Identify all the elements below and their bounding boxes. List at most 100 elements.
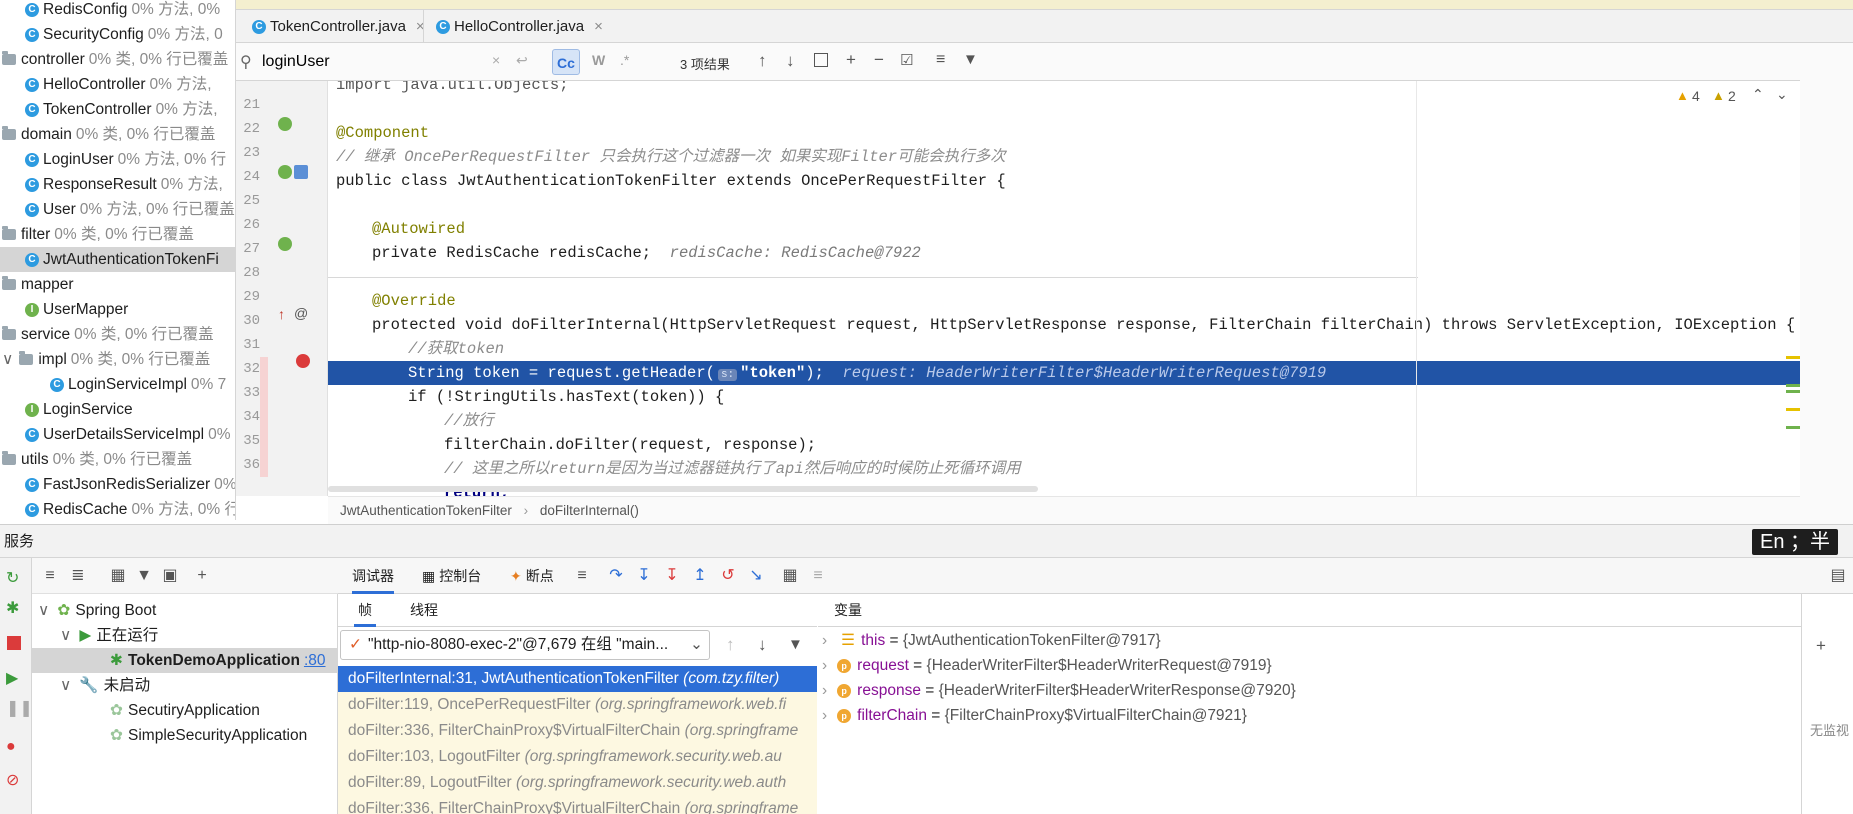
variable-row[interactable]: › p filterChain = {FilterChainProxy$Virtua… — [818, 703, 1247, 728]
weak-warning-count[interactable]: 2 — [1728, 88, 1736, 104]
stop-icon[interactable] — [7, 636, 21, 650]
tab-frames[interactable]: 帧 — [354, 594, 376, 627]
chevron-down-icon[interactable]: ∨ — [60, 677, 71, 694]
arrow-down-icon[interactable]: ↓ — [758, 635, 767, 655]
tree-item[interactable]: C LoginUser 0% 方法, 0% 行 — [25, 147, 226, 172]
frame-row[interactable]: doFilter:89, LogoutFilter (org.springfra… — [338, 770, 817, 796]
tree-item[interactable]: C User 0% 方法, 0% 行已覆盖 — [25, 197, 235, 222]
search-input[interactable] — [262, 50, 472, 74]
tab-hello-controller[interactable]: C HelloController.java × — [423, 10, 615, 43]
chevron-right-icon[interactable]: › — [822, 657, 827, 674]
force-step-into-icon[interactable]: ↧ — [662, 566, 682, 586]
chevron-right-icon[interactable]: › — [822, 707, 827, 724]
warning-count[interactable]: 4 — [1692, 88, 1700, 104]
drop-frame-icon[interactable]: ↺ — [718, 566, 738, 586]
collapse-all-icon[interactable]: ≣ — [68, 566, 88, 586]
tree-item[interactable]: C LoginServiceImpl 0% 7 — [50, 372, 226, 397]
filter-icon[interactable]: ▼ — [963, 51, 978, 68]
port-link[interactable]: :80 — [304, 652, 326, 669]
chevron-right-icon[interactable]: › — [822, 682, 827, 699]
run-to-cursor-icon[interactable]: ↘ — [746, 566, 766, 586]
variable-row[interactable]: › ☰ this = {JwtAuthenticationTokenFilter@7… — [818, 628, 1161, 653]
filter-icon[interactable]: ▼ — [134, 566, 154, 586]
tree-item[interactable]: C RedisConfig 0% 方法, 0% — [25, 0, 220, 22]
autowired-icon[interactable] — [278, 237, 292, 251]
tree-node-running[interactable]: ∨ ▶ 正在运行 — [60, 623, 158, 648]
tree-item[interactable]: I UserMapper — [25, 297, 128, 322]
frame-row[interactable]: doFilter:336, FilterChainProxy$VirtualFi… — [338, 718, 817, 744]
at-icon[interactable]: @ — [294, 305, 308, 321]
implementation-icon[interactable] — [294, 165, 308, 179]
trace-stream-icon[interactable]: ≡ — [808, 566, 828, 586]
tree-item[interactable]: C UserDetailsServiceImpl 0% — [25, 422, 230, 447]
close-icon[interactable]: × — [594, 18, 603, 35]
mute-breakpoints-icon[interactable]: ⊘ — [6, 770, 19, 790]
tab-breakpoints[interactable]: ✦ 断点 — [510, 558, 554, 594]
rerun-icon[interactable]: ↻ — [6, 568, 19, 588]
code-editor[interactable]: import java.util.Objects; @Component // … — [328, 81, 1800, 496]
chevron-down-icon[interactable]: ∨ — [38, 602, 49, 619]
filter-icon[interactable]: ▼ — [788, 636, 803, 653]
thread-selector[interactable]: ✓ "http-nio-8080-exec-2"@7,679 在组 "main..… — [340, 630, 710, 660]
filter-options-icon[interactable]: ≡ — [936, 51, 945, 69]
tab-threads[interactable]: 线程 — [410, 594, 438, 627]
tree-item-selected[interactable]: C JwtAuthenticationTokenFi — [0, 247, 235, 272]
remove-occurrence-icon[interactable]: − — [874, 50, 884, 70]
tree-item[interactable]: C SecurityConfig 0% 方法, 0 — [25, 22, 223, 47]
match-case-toggle[interactable]: Cc — [552, 49, 580, 75]
tree-folder[interactable]: ∨ impl 0% 类, 0% 行已覆盖 — [2, 347, 210, 372]
frame-row[interactable]: doFilter:103, LogoutFilter (org.springfr… — [338, 744, 817, 770]
view-breakpoints-icon[interactable]: ● — [6, 738, 16, 756]
weak-warning-icon[interactable]: ▲ — [1712, 88, 1725, 103]
tree-item[interactable]: C HelloController 0% 方法, — [25, 72, 212, 97]
tree-folder[interactable]: domain 0% 类, 0% 行已覆盖 — [2, 122, 215, 147]
clear-search-icon[interactable]: × — [492, 52, 500, 68]
tree-item[interactable]: C TokenController 0% 方法, — [25, 97, 218, 122]
breakpoint-icon[interactable] — [296, 354, 310, 368]
chevron-down-icon[interactable]: ⌄ — [1776, 86, 1788, 103]
tab-console[interactable]: ▦ 控制台 — [422, 558, 481, 594]
frame-row[interactable]: doFilter:336, FilterChainProxy$VirtualFi… — [338, 796, 817, 814]
add-service-icon[interactable]: + — [192, 566, 212, 586]
layout-icon[interactable]: ≡ — [572, 566, 592, 586]
frame-row[interactable]: doFilterInternal:31, JwtAuthenticationTo… — [338, 666, 817, 692]
tree-item[interactable]: C RedisCache 0% 方法, 0% 行 — [25, 497, 235, 520]
breadcrumb-class[interactable]: JwtAuthenticationTokenFilter — [340, 503, 512, 518]
whole-word-toggle[interactable]: W — [592, 52, 605, 68]
select-all-icon[interactable]: ☑ — [900, 51, 913, 69]
bean-icon[interactable] — [278, 165, 292, 179]
tree-folder[interactable]: mapper — [2, 272, 74, 297]
add-occurrence-icon[interactable]: + — [846, 50, 856, 70]
regex-toggle[interactable]: .* — [620, 52, 629, 68]
step-out-icon[interactable]: ↥ — [690, 566, 710, 586]
arrow-down-icon[interactable]: ↓ — [786, 51, 795, 71]
evaluate-expression-icon[interactable]: ▦ — [780, 566, 800, 586]
tab-debugger[interactable]: 调试器 — [352, 558, 394, 594]
warning-icon[interactable]: ▲ — [1676, 88, 1689, 103]
tree-item[interactable]: C FastJsonRedisSerializer 0% — [25, 472, 235, 497]
tab-token-controller[interactable]: C TokenController.java × — [240, 10, 437, 43]
arrow-up-icon[interactable]: ↑ — [726, 635, 735, 655]
tree-folder[interactable]: service 0% 类, 0% 行已覆盖 — [2, 322, 214, 347]
frame-row[interactable]: doFilter:119, OncePerRequestFilter (org.… — [338, 692, 817, 718]
chevron-right-icon[interactable]: › — [822, 632, 827, 649]
pause-icon[interactable]: ❚❚ — [6, 698, 33, 718]
horizontal-scrollbar[interactable] — [328, 486, 1038, 492]
debug-icon[interactable]: ✱ — [6, 598, 19, 618]
step-into-icon[interactable]: ↧ — [634, 566, 654, 586]
chevron-down-icon[interactable]: ∨ — [2, 351, 13, 368]
tree-folder[interactable]: utils 0% 类, 0% 行已覆盖 — [2, 447, 192, 472]
arrow-up-icon[interactable]: ↑ — [758, 51, 767, 71]
override-icon[interactable]: ↑ — [278, 306, 285, 322]
tree-item[interactable]: C ResponseResult 0% 方法, — [25, 172, 223, 197]
tree-node-spring-boot[interactable]: ∨ ✿ Spring Boot — [38, 598, 156, 623]
newline-icon[interactable]: ↩ — [516, 52, 528, 69]
variable-row[interactable]: › p response = {HeaderWriterFilter$HeaderW… — [818, 678, 1296, 703]
expand-all-icon[interactable]: ≡ — [40, 566, 60, 586]
step-over-icon[interactable]: ↷ — [606, 566, 626, 586]
chevron-down-icon[interactable]: ∨ — [60, 627, 71, 644]
bean-icon[interactable] — [278, 117, 292, 131]
breadcrumb-method[interactable]: doFilterInternal() — [540, 503, 639, 518]
tree-folder[interactable]: filter 0% 类, 0% 行已覆盖 — [2, 222, 194, 247]
group-by-icon[interactable]: ▦ — [108, 566, 128, 586]
